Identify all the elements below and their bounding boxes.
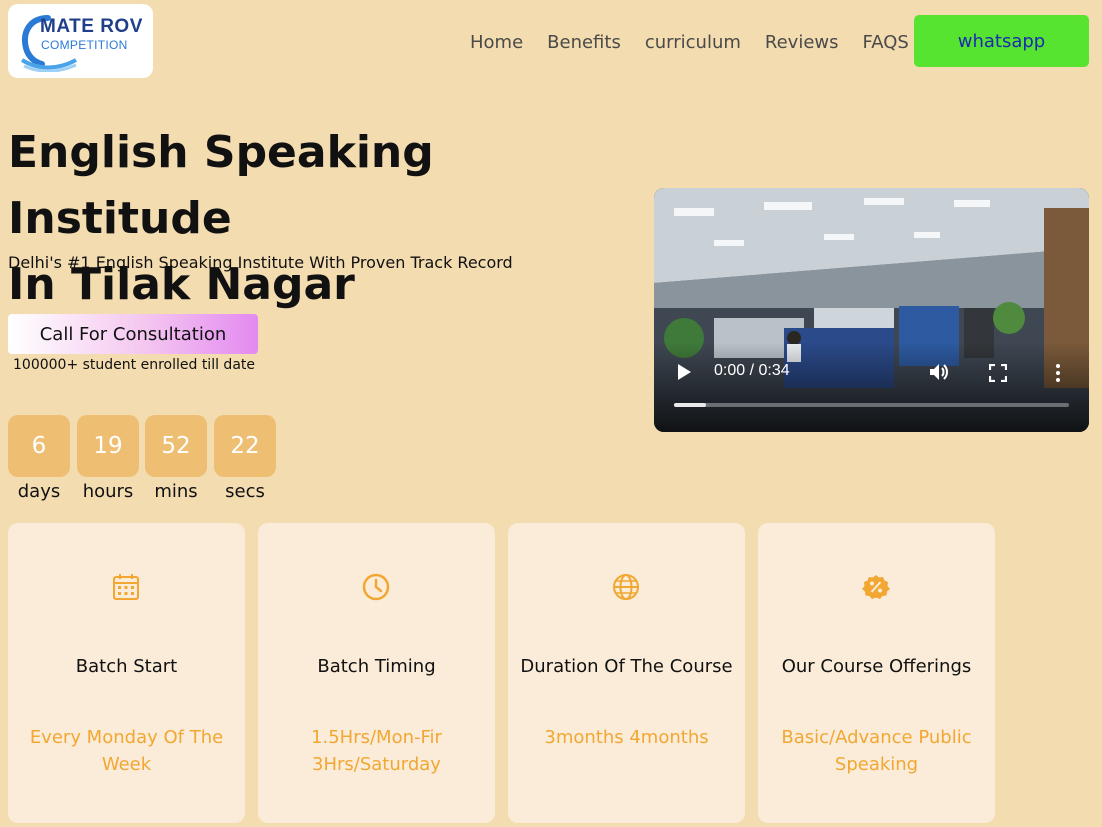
countdown-secs-value: 22: [214, 415, 276, 477]
nav-benefits[interactable]: Benefits: [547, 32, 621, 53]
enrolled-note: 100000+ student enrolled till date: [13, 357, 255, 373]
fullscreen-icon[interactable]: [989, 364, 1007, 382]
card-value: 1.5Hrs/Mon-Fir 3Hrs/Saturday: [311, 727, 442, 775]
card-title: Our Course Offerings: [781, 656, 972, 677]
countdown-hours-label: hours: [82, 481, 134, 502]
nav-curriculum[interactable]: curriculum: [645, 32, 741, 53]
card-title: Batch Timing: [317, 656, 436, 677]
info-card-duration: Duration Of The Course 3months 4months: [508, 523, 745, 823]
video-progress-fill: [674, 403, 706, 407]
globe-icon: [613, 574, 639, 600]
logo-title: MATE ROV: [40, 16, 143, 37]
countdown-mins-label: mins: [154, 481, 198, 502]
nav-faqs[interactable]: FAQS: [863, 32, 909, 53]
clock-icon: [362, 573, 390, 601]
card-title: Batch Start: [75, 656, 178, 677]
logo[interactable]: MATE ROV COMPETITION: [8, 4, 153, 78]
play-icon[interactable]: [678, 364, 691, 380]
volume-icon[interactable]: [928, 362, 950, 382]
countdown-secs-label: secs: [225, 481, 265, 502]
countdown-hours-value: 19: [77, 415, 139, 477]
logo-subtitle: COMPETITION: [41, 38, 128, 52]
nav-home[interactable]: Home: [470, 32, 523, 53]
call-consultation-button[interactable]: Call For Consultation: [8, 314, 258, 354]
countdown-mins-value: 52: [145, 415, 207, 477]
countdown-days-value: 6: [8, 415, 70, 477]
video-controls: [654, 342, 1089, 432]
discount-badge-icon: [862, 575, 890, 599]
hero-subtitle: Delhi's #1 English Speaking Institute Wi…: [8, 253, 513, 272]
page-title-line-1: English Speaking Institude: [8, 127, 434, 244]
card-value: Basic/Advance Public Speaking: [781, 727, 972, 775]
video-time: 0:00 / 0:34: [714, 362, 790, 379]
whatsapp-button[interactable]: whatsapp: [914, 15, 1089, 67]
video-progress-bar[interactable]: [674, 403, 1069, 407]
card-title: Duration Of The Course: [520, 656, 733, 677]
countdown-days-label: days: [17, 481, 61, 502]
card-value: Every Monday Of The Week: [29, 727, 224, 775]
info-card-batch-start: Batch Start Every Monday Of The Week: [8, 523, 245, 823]
main-nav: Home Benefits curriculum Reviews FAQS: [470, 32, 933, 53]
info-card-batch-timing: Batch Timing 1.5Hrs/Mon-Fir 3Hrs/Saturda…: [258, 523, 495, 823]
info-card-course-offerings: Our Course Offerings Basic/Advance Publi…: [758, 523, 995, 823]
nav-reviews[interactable]: Reviews: [765, 32, 839, 53]
card-value: 3months 4months: [544, 727, 709, 748]
more-options-icon[interactable]: [1054, 363, 1062, 383]
video-player[interactable]: 0:00 / 0:34: [654, 188, 1089, 432]
calendar-icon: [113, 574, 139, 600]
page-title: English Speaking Institude In Tilak Naga…: [8, 120, 648, 318]
